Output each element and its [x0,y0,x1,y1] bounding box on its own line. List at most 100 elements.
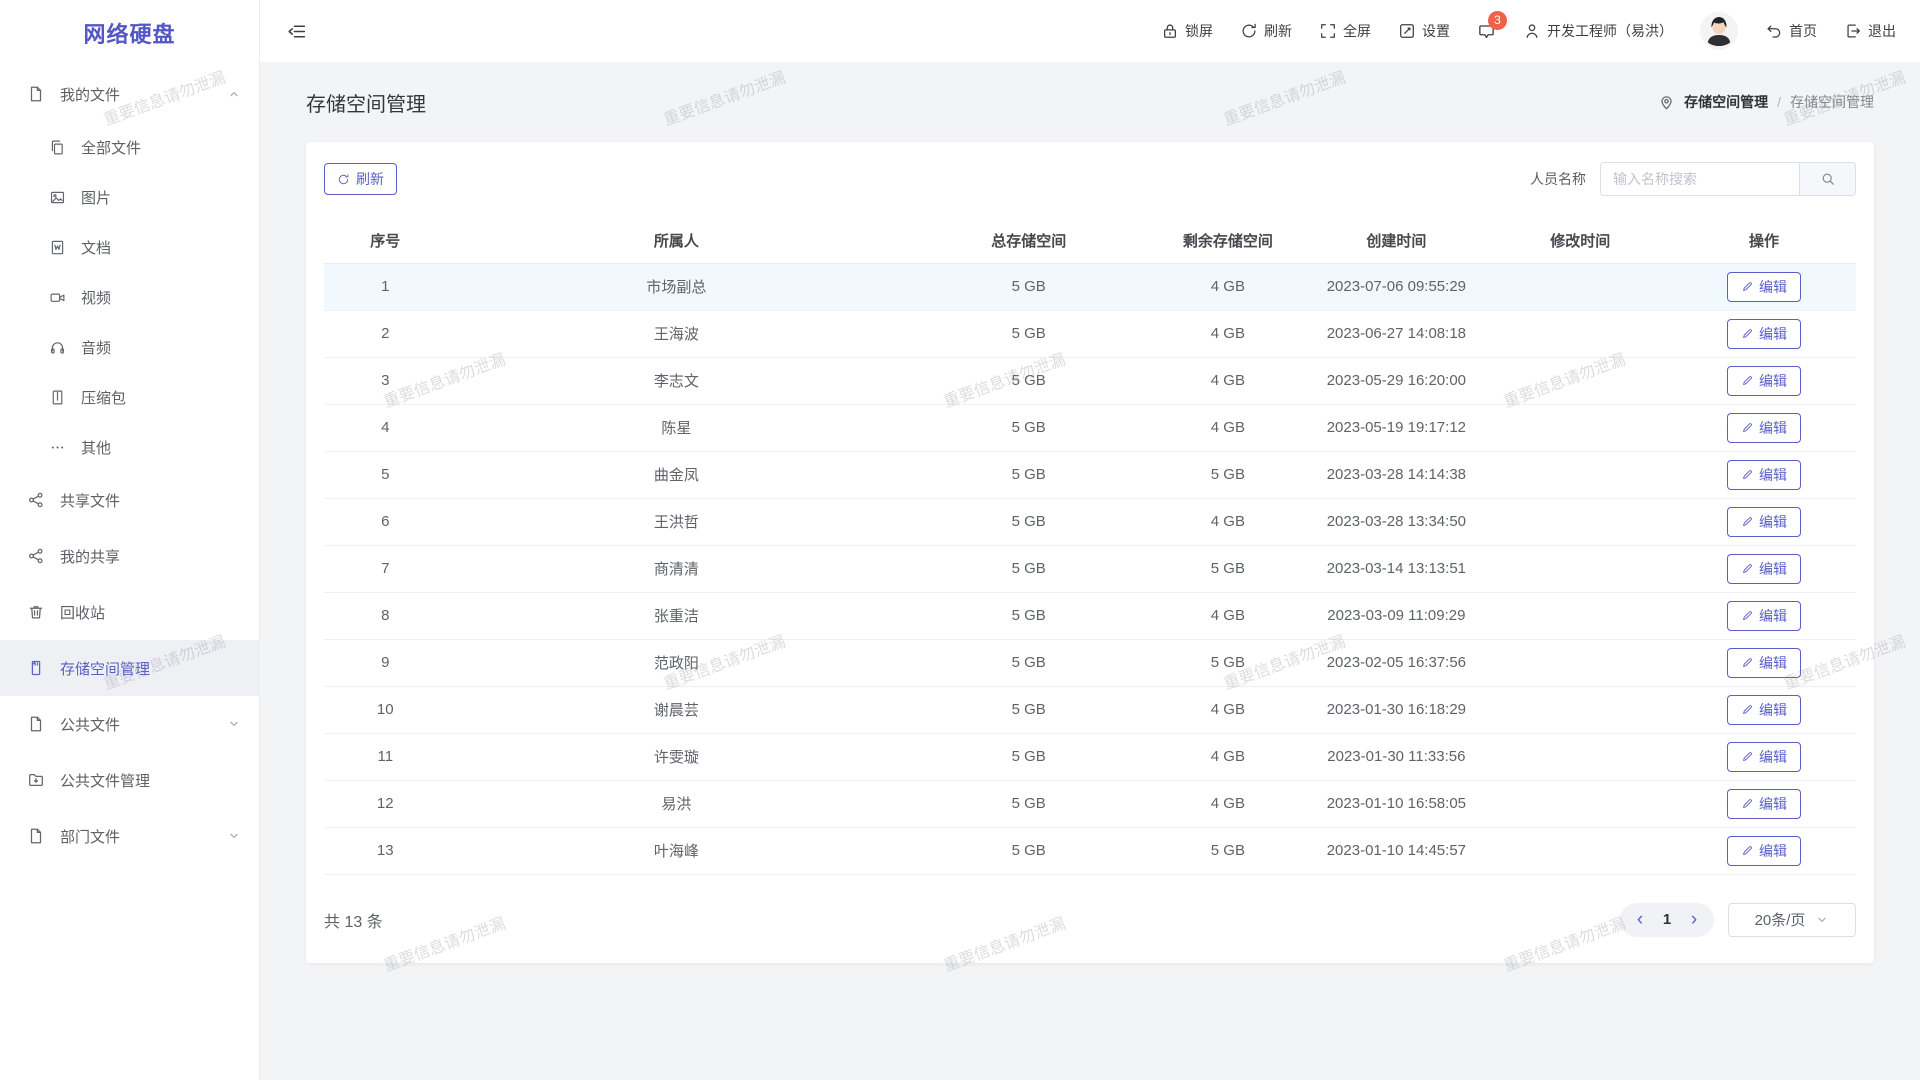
notifications-button[interactable]: 3 [1477,22,1496,41]
edit-button[interactable]: 编辑 [1727,460,1801,490]
trash-icon [27,603,45,621]
sidebar-item-label: 存储空间管理 [60,658,150,679]
sidebar-collapse-button[interactable] [286,21,307,42]
page-head: 存储空间管理 存储空间管理 / 存储空间管理 [260,62,1920,142]
cell-remaining-storage: 4 GB [1151,263,1304,310]
sidebar-item-public-files-management[interactable]: 公共文件管理 [0,752,259,808]
cell-remaining-storage: 5 GB [1151,639,1304,686]
search-button[interactable] [1799,163,1855,195]
cell-total-storage: 5 GB [906,592,1151,639]
cell-remaining-storage: 5 GB [1151,451,1304,498]
folder-manage-icon [27,771,45,789]
sidebar-item-shared-files[interactable]: 共享文件 [0,472,259,528]
cell-remaining-storage: 5 GB [1151,545,1304,592]
cell-actions: 编辑 [1672,404,1856,451]
edit-button-label: 编辑 [1759,418,1787,438]
cell-owner: 谢晨芸 [447,686,907,733]
home-button[interactable]: 首页 [1765,21,1817,41]
cell-actions: 编辑 [1672,592,1856,639]
settings-button[interactable]: 设置 [1398,21,1450,41]
current-page[interactable]: 1 [1654,911,1680,928]
pencil-icon [1741,421,1754,434]
sidebar-item-others[interactable]: 其他 [0,422,259,472]
prev-page-button[interactable]: ‹ [1626,910,1654,929]
sidebar-item-audio[interactable]: 音频 [0,322,259,372]
edit-button-label: 编辑 [1759,371,1787,391]
cell-modified-time [1488,592,1672,639]
sidebar-item-recycle-bin[interactable]: 回收站 [0,584,259,640]
edit-button[interactable]: 编辑 [1727,789,1801,819]
edit-button[interactable]: 编辑 [1727,742,1801,772]
cell-remaining-storage: 4 GB [1151,733,1304,780]
cell-owner: 商清清 [447,545,907,592]
table-row: 13 叶海峰 5 GB 5 GB 2023-01-10 14:45:57 编辑 [324,827,1856,874]
cell-created-time: 2023-02-05 16:37:56 [1304,639,1488,686]
lock-screen-button[interactable]: 锁屏 [1161,21,1213,41]
total-count: 共 13 条 [324,908,383,932]
edit-button[interactable]: 编辑 [1727,554,1801,584]
cell-created-time: 2023-03-09 11:09:29 [1304,592,1488,639]
refresh-icon [337,173,350,186]
edit-button[interactable]: 编辑 [1727,413,1801,443]
video-icon [49,289,66,306]
page-size-select[interactable]: 20条/页 [1728,903,1856,937]
fullscreen-button[interactable]: 全屏 [1319,21,1371,41]
cell-created-time: 2023-01-30 16:18:29 [1304,686,1488,733]
table-refresh-button[interactable]: 刷新 [324,163,397,195]
edit-button-label: 编辑 [1759,324,1787,344]
chevron-down-icon [1815,913,1829,927]
table-row: 4 陈星 5 GB 4 GB 2023-05-19 19:17:12 编辑 [324,404,1856,451]
edit-button[interactable]: 编辑 [1727,836,1801,866]
column-header-total: 总存储空间 [906,218,1151,263]
edit-button[interactable]: 编辑 [1727,507,1801,537]
table-row: 1 市场副总 5 GB 4 GB 2023-07-06 09:55:29 编辑 [324,263,1856,310]
storage-management-card: 刷新 人员名称 [306,142,1874,963]
edit-button[interactable]: 编辑 [1727,366,1801,396]
cell-total-storage: 5 GB [906,827,1151,874]
next-page-button[interactable]: › [1680,910,1708,929]
sidebar-item-public-files[interactable]: 公共文件 [0,696,259,752]
table-row: 3 李志文 5 GB 4 GB 2023-05-29 16:20:00 编辑 [324,357,1856,404]
edit-button[interactable]: 编辑 [1727,695,1801,725]
breadcrumb: 存储空间管理 / 存储空间管理 [1658,92,1874,112]
user-role-button[interactable]: 开发工程师（易洪） [1523,21,1673,41]
avatar[interactable] [1700,12,1738,50]
edit-button[interactable]: 编辑 [1727,601,1801,631]
search-icon [1820,171,1836,187]
sidebar-item-images[interactable]: 图片 [0,172,259,222]
table-row: 10 谢晨芸 5 GB 4 GB 2023-01-30 16:18:29 编辑 [324,686,1856,733]
cell-no: 13 [324,827,447,874]
cell-total-storage: 5 GB [906,545,1151,592]
breadcrumb-root[interactable]: 存储空间管理 [1684,92,1768,112]
sidebar-item-my-files[interactable]: 我的文件 [0,66,259,122]
cell-actions: 编辑 [1672,451,1856,498]
cell-created-time: 2023-05-19 19:17:12 [1304,404,1488,451]
sidebar-item-department-files[interactable]: 部门文件 [0,808,259,864]
card-toolbar: 刷新 人员名称 [324,162,1856,196]
edit-button-label: 编辑 [1759,653,1787,673]
cell-modified-time [1488,733,1672,780]
search-input[interactable] [1601,163,1799,195]
cell-owner: 曲金凤 [447,451,907,498]
breadcrumb-current: 存储空间管理 [1790,92,1874,112]
storage-table: 序号 所属人 总存储空间 剩余存储空间 创建时间 修改时间 操作 1 市场副总 … [324,218,1856,875]
cell-modified-time [1488,451,1672,498]
sidebar-item-my-shares[interactable]: 我的共享 [0,528,259,584]
edit-button[interactable]: 编辑 [1727,319,1801,349]
edit-button[interactable]: 编辑 [1727,648,1801,678]
sidebar-item-archives[interactable]: 压缩包 [0,372,259,422]
sidebar-item-videos[interactable]: 视频 [0,272,259,322]
edit-button-label: 编辑 [1759,700,1787,720]
cell-modified-time [1488,545,1672,592]
refresh-button[interactable]: 刷新 [1240,21,1292,41]
app-logo: 网络硬盘 [0,0,259,66]
edit-button-label: 编辑 [1759,794,1787,814]
logout-button[interactable]: 退出 [1844,21,1896,41]
sidebar-item-all-files[interactable]: 全部文件 [0,122,259,172]
edit-button[interactable]: 编辑 [1727,272,1801,302]
sidebar-item-storage-management[interactable]: 存储空间管理 [0,640,259,696]
sidebar-item-documents[interactable]: 文档 [0,222,259,272]
cell-total-storage: 5 GB [906,733,1151,780]
cell-owner: 许雯璇 [447,733,907,780]
cell-created-time: 2023-06-27 14:08:18 [1304,310,1488,357]
